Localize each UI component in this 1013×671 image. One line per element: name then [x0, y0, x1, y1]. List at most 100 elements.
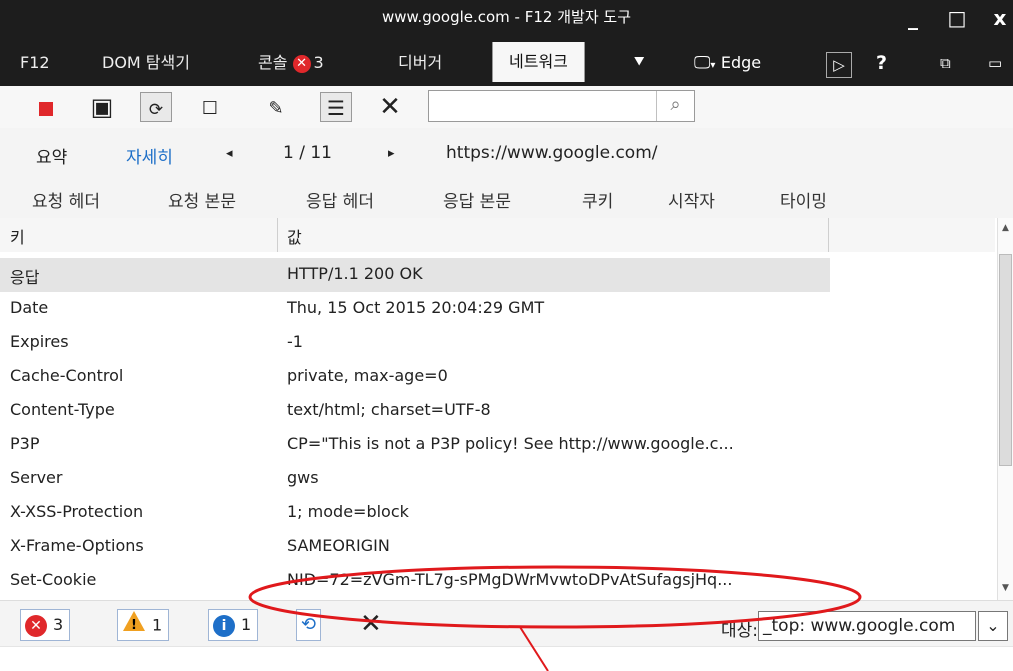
table-header-row: 키 값 — [0, 218, 995, 252]
stop-icon — [39, 101, 53, 116]
clear-on-navigate-icon: ☐ — [201, 98, 219, 119]
devtools-header: www.google.com - F12 개발자 도구 _ □ x F12 DO… — [0, 0, 1013, 86]
table-row[interactable]: Set-Cookie NID=72=zVGm-TL7g-sPMgDWrMvwto… — [0, 564, 995, 598]
table-row[interactable]: Server gws — [0, 462, 995, 496]
scrollbar-thumb[interactable] — [999, 254, 1012, 466]
header-value: -1 — [287, 332, 303, 351]
table-row[interactable]: P3P CP="This is not a P3P policy! See ht… — [0, 428, 995, 462]
errors-filter-button[interactable]: ✕ 3 — [20, 609, 71, 641]
clear-entries-on-navigate-button[interactable]: ☐ — [194, 92, 226, 122]
clear-button[interactable]: ✕ — [374, 92, 406, 122]
stop-recording-button[interactable] — [30, 92, 62, 122]
table-row[interactable]: X-Frame-Options SAMEORIGIN — [0, 530, 995, 564]
response-headers-table: 키 값 응답 HTTP/1.1 200 OK Date Thu, 15 Oct … — [0, 218, 1013, 600]
header-value: Thu, 15 Oct 2015 20:04:29 GMT — [287, 298, 545, 317]
clear-list-icon: ☰ — [327, 96, 345, 120]
error-icon: ✕ — [25, 614, 47, 637]
maximize-button[interactable]: □ — [942, 4, 972, 32]
column-divider — [277, 218, 278, 252]
window-title: www.google.com - F12 개발자 도구 — [382, 8, 631, 26]
info-filter-button[interactable]: i1 — [208, 609, 259, 641]
warning-icon: ! — [122, 610, 146, 642]
dock-icon[interactable]: ▭ — [988, 50, 1002, 76]
search-input[interactable] — [430, 92, 655, 120]
close-icon: ✕ — [379, 92, 401, 122]
target-label: 대상: — [721, 621, 759, 641]
more-tabs-icon[interactable]: ⯆ — [632, 50, 646, 76]
header-value: gws — [287, 468, 319, 487]
tab-request-headers[interactable]: 요청 헤더 — [32, 187, 100, 212]
detail-nav-row: 요약 자세히 ◂ 1 / 11 ▸ https://www.google.com… — [0, 130, 1013, 176]
always-refresh-button[interactable]: ⟳ — [140, 92, 172, 122]
help-icon[interactable]: ? — [876, 50, 887, 76]
column-header-key[interactable]: 키 — [10, 224, 25, 248]
header-key: Cache-Control — [10, 366, 124, 385]
close-button[interactable]: x — [985, 4, 1013, 32]
dropdown-arrow-icon: ▾ — [710, 60, 716, 71]
tab-f12[interactable]: F12 — [14, 48, 56, 82]
header-key: P3P — [10, 434, 40, 453]
tab-cookies[interactable]: 쿠키 — [582, 187, 613, 212]
table-row[interactable]: X-XSS-Protection 1; mode=block — [0, 496, 995, 530]
next-request-button[interactable]: ▸ — [388, 146, 395, 161]
tab-network[interactable]: 네트워크 — [492, 42, 585, 82]
detail-tabs: 요청 헤더 요청 본문 응답 헤더 응답 본문 쿠키 시작자 타이밍 — [0, 176, 1013, 216]
tab-timings[interactable]: 타이밍 — [780, 187, 827, 212]
tab-console[interactable]: 콘솔 ✕ 3 — [252, 48, 330, 82]
column-header-value[interactable]: 값 — [287, 224, 302, 248]
tab-dom-explorer[interactable]: DOM 탐색기 — [96, 48, 196, 82]
save-icon: ▣ — [90, 93, 114, 121]
table-row[interactable]: Content-Type text/html; charset=UTF-8 — [0, 394, 995, 428]
scroll-up-arrow-icon[interactable]: ▲ — [999, 220, 1012, 236]
tab-response-body[interactable]: 응답 본문 — [443, 187, 511, 212]
tool-tabs: F12 DOM 탐색기 콘솔 ✕ 3 디버거 네트워크 — [0, 42, 1013, 82]
clear-console-button[interactable]: ✕ — [360, 609, 382, 639]
header-key: Expires — [10, 332, 69, 351]
target-select[interactable]: _top: www.google.com — [758, 611, 976, 641]
minimize-button[interactable]: _ — [898, 4, 928, 32]
clear-on-navigate-toggle[interactable]: ⟲ — [296, 609, 322, 641]
info-count: 1 — [241, 615, 252, 634]
previous-request-button[interactable]: ◂ — [226, 146, 233, 161]
monitor-icon: 🖵 — [694, 53, 711, 73]
svg-text:!: ! — [131, 618, 137, 632]
console-output-area — [0, 646, 1013, 671]
header-key: Date — [10, 298, 49, 317]
table-row[interactable]: Expires -1 — [0, 326, 995, 360]
table-row[interactable]: Cache-Control private, max-age=0 — [0, 360, 995, 394]
undock-icon[interactable]: ⧉ — [940, 50, 951, 76]
header-value: HTTP/1.1 200 OK — [287, 264, 423, 283]
header-value: NID=72=zVGm-TL7g-sPMgDWrMvwtoDPvAtSufags… — [287, 570, 733, 589]
tab-request-body[interactable]: 요청 본문 — [168, 187, 236, 212]
clear-cache-button[interactable]: ✎ — [260, 92, 292, 122]
warnings-filter-button[interactable]: ! 1 — [117, 609, 170, 642]
header-key: Set-Cookie — [10, 570, 97, 589]
header-key: X-Frame-Options — [10, 536, 144, 555]
tab-initiator[interactable]: 시작자 — [668, 187, 715, 212]
save-button[interactable]: ▣ — [86, 92, 118, 122]
header-key: 응답 — [10, 268, 40, 287]
close-icon: ✕ — [360, 609, 382, 639]
tab-response-headers[interactable]: 응답 헤더 — [306, 187, 374, 212]
details-tab[interactable]: 자세히 — [126, 143, 173, 168]
table-row[interactable]: Date Thu, 15 Oct 2015 20:04:29 GMT — [0, 292, 995, 326]
header-key: Content-Type — [10, 400, 115, 419]
clear-entries-button[interactable]: ☰ — [320, 92, 352, 122]
console-error-count: 3 — [313, 53, 324, 72]
table-row[interactable]: 응답 HTTP/1.1 200 OK — [0, 258, 830, 292]
search-box: ⌕ — [428, 90, 695, 122]
header-value: private, max-age=0 — [287, 366, 448, 385]
chevron-down-icon[interactable]: ⌄ — [978, 611, 1008, 641]
request-index: 1 / 11 — [283, 143, 332, 163]
tab-debugger[interactable]: 디버거 — [392, 48, 448, 82]
scroll-down-arrow-icon[interactable]: ▼ — [999, 580, 1012, 596]
error-count: 3 — [53, 615, 64, 634]
summary-tab[interactable]: 요약 — [36, 143, 67, 168]
column-divider — [828, 218, 829, 252]
broom-icon: ✎ — [268, 98, 284, 119]
refresh-server-icon: ⟳ — [148, 100, 164, 120]
console-toggle-icon[interactable]: ▷ — [826, 52, 852, 78]
search-icon[interactable]: ⌕ — [656, 91, 694, 121]
emulation-icon[interactable]: 🖵▾ Edge — [694, 50, 761, 79]
clear-on-navigate-icon: ⟲ — [301, 614, 317, 635]
